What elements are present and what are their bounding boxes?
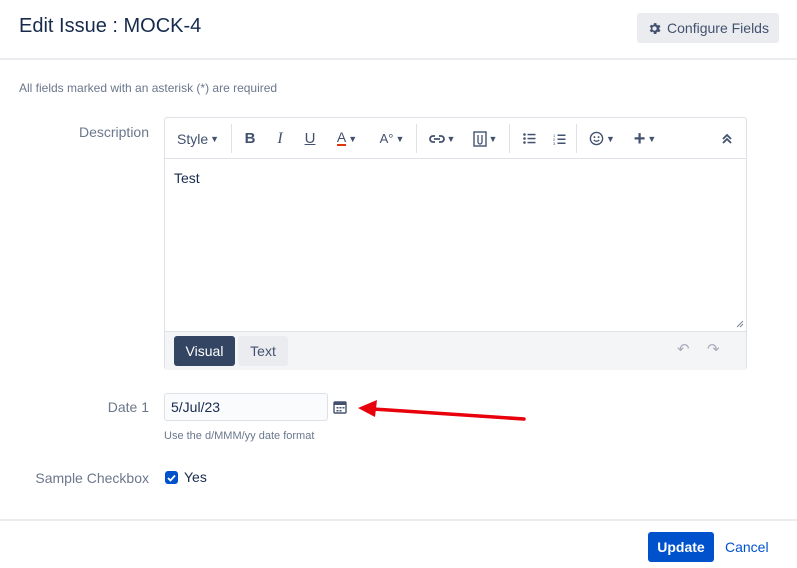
chevron-down-icon: ▼ bbox=[446, 133, 456, 144]
underline-icon[interactable]: U bbox=[302, 118, 318, 159]
required-note: All fields marked with an asterisk (*) a… bbox=[19, 81, 278, 95]
bullet-list-icon[interactable] bbox=[522, 118, 536, 159]
chevron-down-icon: ▼ bbox=[395, 133, 405, 144]
redo-icon[interactable]: ↷ bbox=[707, 340, 720, 358]
toolbar-divider bbox=[509, 124, 510, 153]
sample-checkbox-label: Sample Checkbox bbox=[35, 470, 149, 486]
undo-icon[interactable]: ↶ bbox=[677, 340, 690, 358]
date1-input[interactable] bbox=[164, 393, 328, 421]
style-label: Style bbox=[177, 130, 209, 147]
editor-mode-bar: Visual Text ↶ ↷ bbox=[165, 331, 746, 370]
toolbar-divider bbox=[576, 124, 577, 153]
calendar-icon[interactable] bbox=[333, 400, 347, 414]
toolbar-divider bbox=[231, 124, 232, 153]
collapse-icon[interactable] bbox=[720, 118, 734, 159]
yes-option-label[interactable]: Yes bbox=[184, 469, 207, 485]
tab-visual[interactable]: Visual bbox=[174, 336, 235, 366]
chevron-down-icon: ▼ bbox=[488, 133, 498, 144]
bold-icon[interactable]: B bbox=[242, 118, 258, 159]
resize-handle-icon[interactable] bbox=[736, 320, 744, 328]
date1-label: Date 1 bbox=[107, 399, 149, 415]
style-dropdown[interactable]: Style ▼ bbox=[177, 118, 219, 159]
configure-fields-button[interactable]: Configure Fields bbox=[637, 13, 779, 43]
checkmark-icon bbox=[167, 474, 176, 482]
italic-icon[interactable]: I bbox=[272, 118, 288, 159]
cancel-link[interactable]: Cancel bbox=[725, 539, 769, 555]
annotation-arrow-icon bbox=[358, 400, 526, 421]
plus-icon[interactable]: + ▼ bbox=[630, 118, 660, 159]
emoji-icon[interactable]: ▼ bbox=[587, 118, 617, 159]
dialog-title: Edit Issue : MOCK-4 bbox=[19, 15, 202, 37]
gear-icon bbox=[649, 22, 661, 34]
svg-text:3: 3 bbox=[553, 141, 556, 145]
toolbar-divider bbox=[416, 124, 417, 153]
configure-fields-label: Configure Fields bbox=[667, 20, 769, 36]
yes-checkbox[interactable] bbox=[165, 471, 178, 484]
chevron-down-icon: ▼ bbox=[606, 133, 615, 144]
description-text[interactable]: Test bbox=[174, 170, 200, 186]
update-button[interactable]: Update bbox=[648, 532, 714, 562]
editor-toolbar: Style ▼ B I U A ▼ A° ▼ ▼ ▼ 123 ▼ + ▼ bbox=[165, 118, 746, 159]
dialog-header: Edit Issue : MOCK-4 Configure Fields bbox=[0, 0, 797, 60]
link-icon[interactable]: ▼ bbox=[427, 118, 457, 159]
chevron-down-icon: ▼ bbox=[210, 133, 220, 144]
numbered-list-icon[interactable]: 123 bbox=[552, 118, 566, 159]
description-label: Description bbox=[78, 124, 149, 140]
chevron-down-icon: ▼ bbox=[647, 133, 657, 144]
tab-text[interactable]: Text bbox=[238, 336, 288, 366]
description-editor[interactable]: Style ▼ B I U A ▼ A° ▼ ▼ ▼ 123 ▼ + ▼ Tes… bbox=[164, 117, 747, 370]
date-format-hint: Use the d/MMM/yy date format bbox=[164, 430, 315, 442]
chevron-down-icon: ▼ bbox=[348, 133, 358, 144]
footer-divider bbox=[0, 519, 797, 521]
attachment-icon[interactable]: ▼ bbox=[470, 118, 500, 159]
text-color-icon[interactable]: A ▼ bbox=[331, 118, 363, 159]
text-effects-icon[interactable]: A° ▼ bbox=[377, 118, 407, 159]
